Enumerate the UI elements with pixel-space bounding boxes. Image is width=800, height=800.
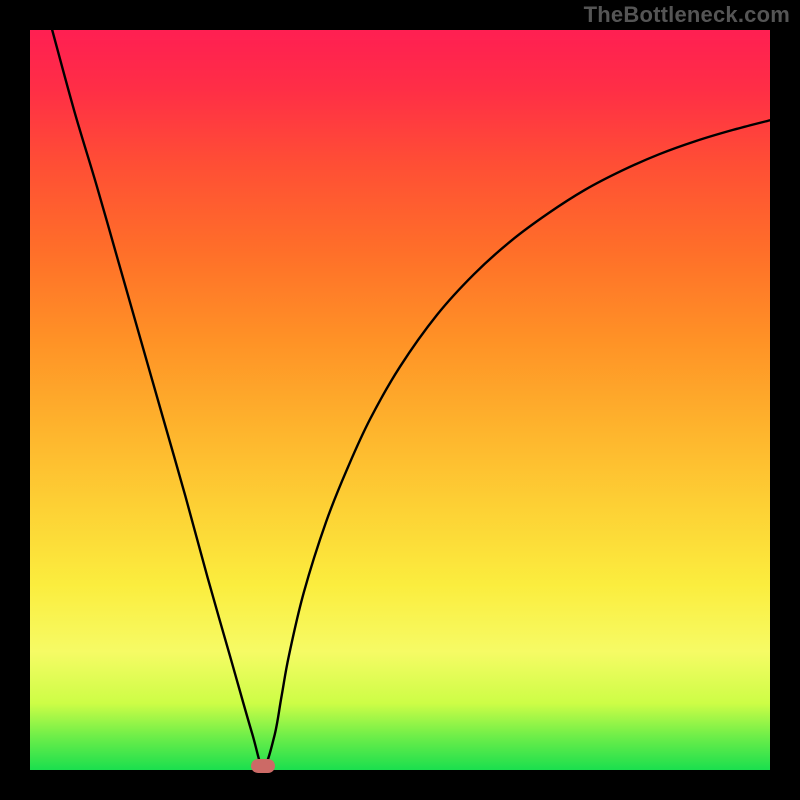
optimum-marker (251, 759, 275, 773)
chart-line-svg (30, 30, 770, 770)
curve-path (52, 30, 770, 766)
plot-area (30, 30, 770, 770)
watermark-text: TheBottleneck.com (584, 2, 790, 28)
chart-frame: TheBottleneck.com (0, 0, 800, 800)
